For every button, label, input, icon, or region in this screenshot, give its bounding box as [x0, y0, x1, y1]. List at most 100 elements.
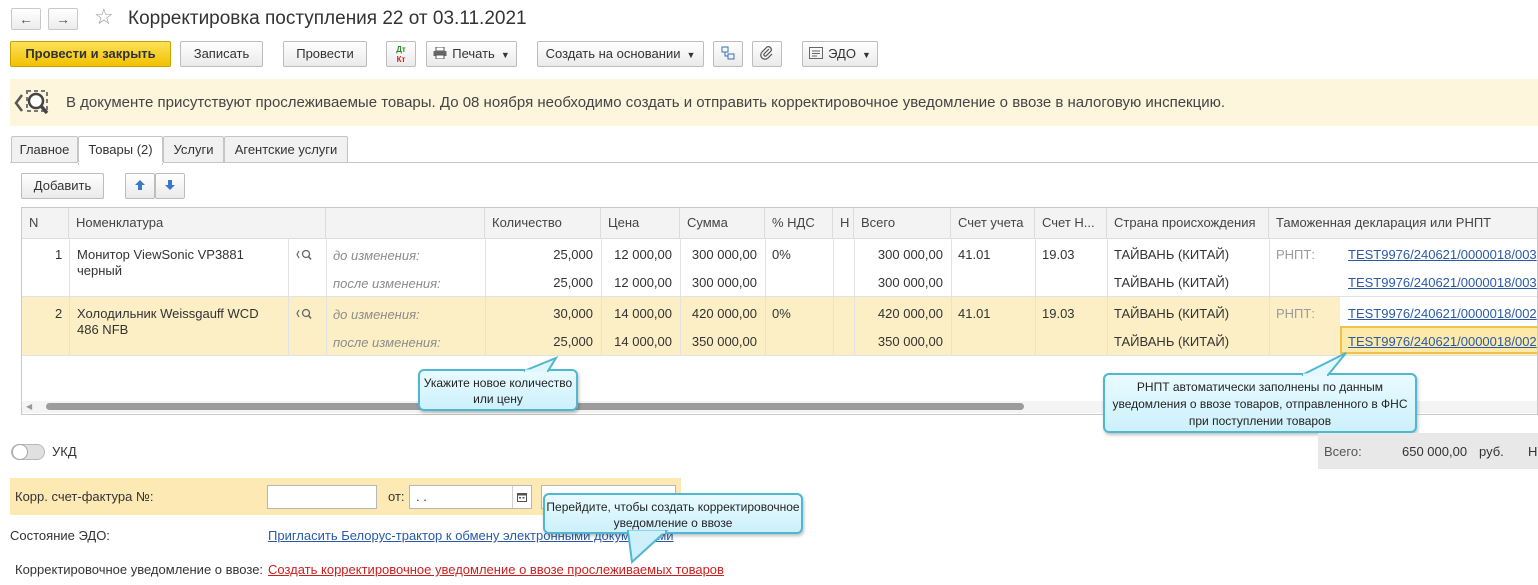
callout-pointer: [626, 530, 669, 564]
quantity-before: 25,000: [553, 247, 593, 262]
arrow-up-icon: [135, 180, 145, 190]
item-name: Холодильник Weissgauff WCD: [77, 306, 259, 321]
tab-main[interactable]: Главное: [11, 136, 78, 163]
col-country[interactable]: Страна происхождения: [1107, 208, 1269, 238]
move-down-button[interactable]: [155, 173, 185, 199]
country-before: ТАЙВАНЬ (КИТАЙ): [1114, 306, 1230, 321]
col-guide: [69, 238, 70, 355]
post-button[interactable]: Провести: [283, 41, 367, 67]
quantity-after[interactable]: 25,000: [485, 275, 593, 290]
move-up-button[interactable]: [125, 173, 155, 199]
callout-pointer: [1301, 352, 1347, 376]
date-label: от:: [388, 489, 405, 504]
col-account[interactable]: Счет учета: [951, 208, 1035, 238]
price-before: 14 000,00: [614, 306, 672, 321]
total-currency: руб.: [1479, 444, 1504, 459]
total-after: 350 000,00: [877, 334, 943, 349]
col-vat[interactable]: Н: [833, 208, 854, 238]
invoice-date-input[interactable]: . .: [409, 485, 532, 509]
tab-agent-services[interactable]: Агентские услуги: [224, 136, 348, 163]
page-title: Корректировка поступления 22 от 03.11.20…: [128, 8, 527, 29]
rnpt-link-before[interactable]: TEST9976/240621/0000018/002: [1348, 306, 1537, 321]
total-before: 300 000,00: [877, 247, 943, 262]
rnpt-link-after[interactable]: TEST9976/240621/0000018/002: [1348, 334, 1537, 349]
callout-pointer: [523, 356, 559, 372]
account-n: 19.03: [1042, 247, 1075, 262]
back-button[interactable]: ←: [11, 8, 41, 30]
price-after[interactable]: 12 000,00: [601, 275, 672, 290]
vat-rate: 0%: [772, 247, 791, 262]
sum-before: 300 000,00: [691, 247, 757, 262]
country-after: ТАЙВАНЬ (КИТАЙ): [1114, 334, 1230, 349]
account-n: 19.03: [1042, 306, 1075, 321]
tab-goods[interactable]: Товары (2): [78, 136, 163, 165]
col-guide: [833, 238, 834, 355]
paperclip-icon: [760, 46, 773, 60]
col-total[interactable]: Всего: [854, 208, 951, 238]
attachments-button[interactable]: [752, 41, 782, 67]
col-guide: [1107, 238, 1108, 355]
col-change-label[interactable]: [326, 208, 485, 238]
col-sum[interactable]: Сумма: [680, 208, 765, 238]
total-after: 300 000,00: [877, 275, 943, 290]
quantity-after[interactable]: 25,000: [485, 334, 593, 349]
rnpt-link-before[interactable]: TEST9976/240621/0000018/003: [1348, 247, 1537, 262]
traceability-icon[interactable]: [296, 307, 314, 323]
ukd-label: УКД: [52, 444, 77, 459]
before-change-label: до изменения:: [333, 248, 420, 263]
active-tab-gap: [78, 162, 163, 163]
dtkt-button[interactable]: Дт Кт: [386, 41, 416, 67]
total-before: 420 000,00: [877, 306, 943, 321]
col-guide: [680, 238, 681, 355]
save-button[interactable]: Записать: [180, 41, 263, 67]
col-guide: [326, 238, 327, 355]
scroll-left-icon[interactable]: ◀: [26, 401, 32, 413]
calendar-icon[interactable]: [512, 486, 531, 508]
col-customs-rnpt[interactable]: Таможенная декларация или РНПТ: [1269, 208, 1537, 238]
post-and-close-button[interactable]: Провести и закрыть: [10, 41, 171, 67]
hint-callout-rnpt: РНПТ автоматически заполнены по данным у…: [1103, 373, 1417, 433]
col-price[interactable]: Цена: [601, 208, 680, 238]
invoice-number-input[interactable]: [267, 485, 377, 509]
col-guide: [854, 238, 855, 355]
sum-before: 420 000,00: [691, 306, 757, 321]
table-row[interactable]: 1 Монитор ViewSonic VP3881 черный до изм…: [22, 238, 1537, 296]
col-guide: [485, 238, 486, 355]
col-account-n[interactable]: Счет Н...: [1035, 208, 1107, 238]
after-change-label: после изменения:: [333, 335, 441, 350]
total-label: Всего:: [1324, 444, 1362, 459]
tab-services[interactable]: Услуги: [163, 136, 224, 163]
col-guide: [1035, 238, 1036, 355]
col-guide: [1269, 238, 1270, 355]
sum-after: 350 000,00: [691, 334, 757, 349]
print-button[interactable]: Печать ▼: [426, 41, 517, 67]
notice-label: Корректировочное уведомление о ввозе:: [15, 562, 264, 577]
col-quantity[interactable]: Количество: [485, 208, 601, 238]
structure-button[interactable]: [713, 41, 743, 67]
invoice-label: Корр. счет-фактура №:: [15, 489, 154, 504]
rnpt-label: РНПТ:: [1276, 247, 1315, 262]
forward-button[interactable]: →: [48, 8, 78, 30]
create-based-label: Создать на основании: [545, 46, 681, 61]
col-vat-rate[interactable]: % НДС: [765, 208, 833, 238]
account: 41.01: [958, 306, 991, 321]
edo-button[interactable]: ЭДО ▼: [802, 41, 878, 67]
favorite-star-icon[interactable]: ☆: [94, 4, 114, 30]
add-row-button[interactable]: Добавить: [21, 173, 104, 199]
create-based-on-button[interactable]: Создать на основании ▼: [537, 41, 704, 67]
document-structure-icon: [721, 46, 735, 60]
quantity-before: 30,000: [553, 306, 593, 321]
price-after[interactable]: 14 000,00: [601, 334, 672, 349]
col-guide: [288, 238, 289, 355]
rnpt-link-after[interactable]: TEST9976/240621/0000018/003: [1348, 275, 1537, 290]
table-row-selected[interactable]: 2 Холодильник Weissgauff WCD 486 NFB до …: [22, 297, 1537, 355]
create-correction-notice-link[interactable]: Создать корректировочное уведомление о в…: [268, 562, 724, 577]
after-change-label: после изменения:: [333, 276, 441, 291]
col-nomenclature[interactable]: Номенклатура: [69, 208, 326, 238]
col-n[interactable]: N: [22, 208, 69, 238]
ukd-toggle[interactable]: [11, 444, 45, 460]
traceability-icon[interactable]: [296, 248, 314, 264]
total-tail: Н: [1528, 444, 1538, 459]
col-guide: [601, 238, 602, 355]
account: 41.01: [958, 247, 991, 262]
